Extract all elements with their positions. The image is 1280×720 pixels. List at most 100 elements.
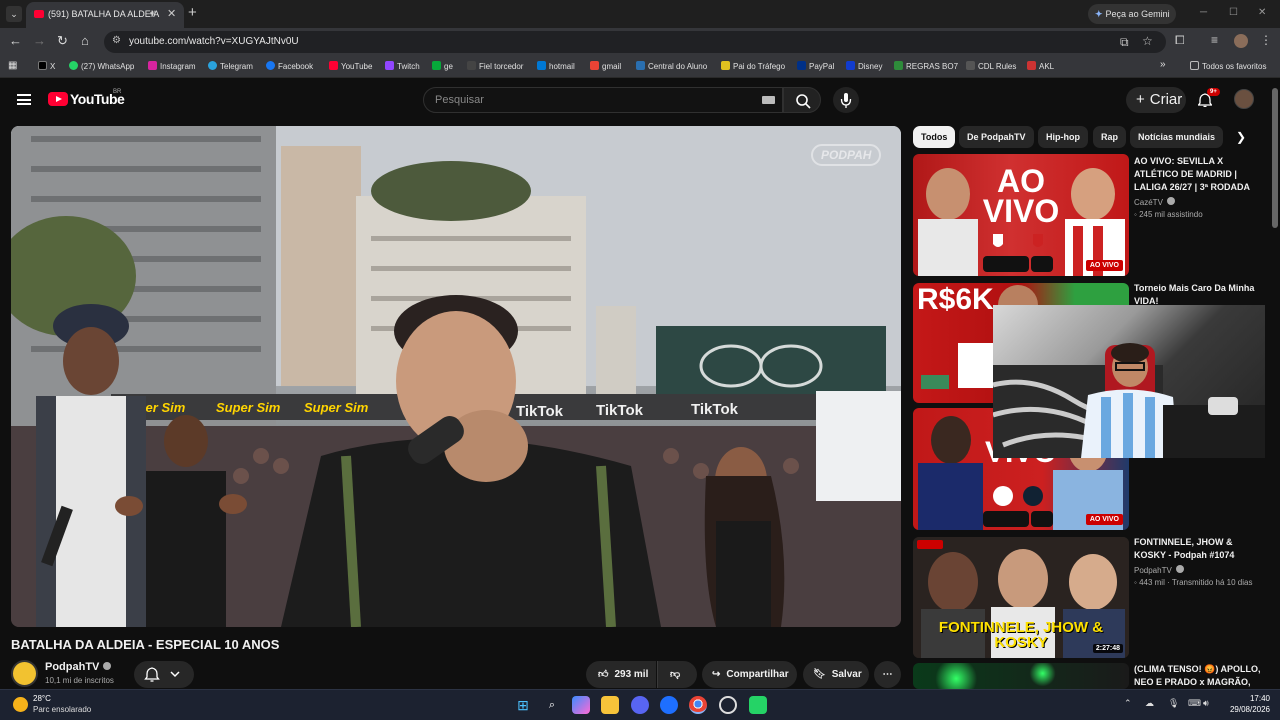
bookmark-cdl-rules[interactable]: CDL Rules (966, 61, 1016, 71)
recommendation-thumbnail[interactable]: AO VIVO AO VIVO (913, 154, 1129, 276)
discord-icon[interactable] (631, 696, 649, 714)
tray-app-icon[interactable]: ☁︎ (1145, 698, 1154, 709)
user-avatar[interactable] (1234, 89, 1254, 109)
tray-mic-icon[interactable]: 🎙︎ (1168, 698, 1179, 709)
search-icon (796, 94, 811, 109)
search-icon[interactable]: ⌕ (543, 696, 561, 714)
bookmark-paypal[interactable]: PayPal (797, 61, 834, 71)
address-bar[interactable]: ⚙ youtube.com/watch?v=XUGYAJtNv0U ⧉ ☆ (104, 31, 1166, 53)
create-button[interactable]: + Criar (1126, 87, 1186, 113)
chrome-icon[interactable] (689, 696, 707, 714)
bookmark-whatsapp[interactable]: (27) WhatsApp (69, 61, 134, 71)
bookmark-pai-do-trafego[interactable]: Pai do Tráfego (721, 61, 785, 71)
obs-icon[interactable] (719, 696, 737, 714)
bookmark-disney[interactable]: Disney (846, 61, 882, 71)
menu-icon[interactable] (17, 94, 31, 105)
keyboard-icon[interactable] (762, 96, 775, 104)
site-info-icon[interactable]: ⚙ (112, 35, 121, 46)
bookmark-hotmail[interactable]: hotmail (537, 61, 575, 71)
tab-title: (591) BATALHA DA ALDEIA (48, 9, 160, 19)
recommendation-channel[interactable]: PodpahTV (1134, 565, 1184, 575)
bookmark-x[interactable]: X (38, 61, 55, 71)
file-explorer-icon[interactable] (601, 696, 619, 714)
recommendation-thumbnail[interactable]: FONTINNELE, JHOW & KOSKY 2:27:48 (913, 537, 1129, 658)
search-button[interactable] (783, 87, 821, 113)
extensions-icon[interactable]: ⧠ (1175, 33, 1185, 48)
reading-list-icon[interactable]: ≡ (1211, 33, 1218, 47)
chip-todos[interactable]: Todos (913, 126, 956, 148)
tab-close-icon[interactable]: ✕ (167, 7, 176, 20)
voice-search-button[interactable] (833, 87, 859, 113)
volume-icon[interactable]: 🔊︎ (1203, 698, 1209, 709)
recommendation-channel[interactable]: CazéTV (1134, 197, 1175, 207)
youtube-logo-icon[interactable] (48, 92, 68, 106)
bookmark-star-icon[interactable]: ☆ (1142, 34, 1153, 48)
maximize-icon[interactable]: ☐ (1229, 7, 1238, 18)
copilot-icon[interactable] (572, 696, 590, 714)
forward-icon[interactable]: → (33, 33, 46, 48)
chevron-right-icon[interactable]: ❯ (1236, 130, 1246, 144)
subscription-bell-button[interactable] (134, 661, 194, 688)
channel-name[interactable]: PodpahTV (45, 661, 112, 673)
chip-de-podpahtv[interactable]: De PodpahTV (959, 126, 1034, 148)
dislike-button[interactable]: 👎︎ (657, 661, 697, 688)
bookmark-twitch[interactable]: Twitch (385, 61, 420, 71)
banner-text-tiktok: TikTok (691, 401, 739, 418)
all-bookmarks-folder[interactable]: Todos os favoritos (1190, 61, 1266, 71)
taskbar-date[interactable]: 29/08/2026 (1216, 705, 1270, 714)
weather-temperature[interactable]: 28°C (33, 694, 51, 703)
chip-rap[interactable]: Rap (1093, 126, 1127, 148)
bookmark-gmail[interactable]: gmail (590, 61, 621, 71)
bookmark-facebook[interactable]: Facebook (266, 61, 313, 71)
more-bookmarks-icon[interactable]: » (1160, 59, 1166, 70)
bookmark-youtube[interactable]: YouTube (329, 61, 372, 71)
bookmark-telegram[interactable]: Telegram (208, 61, 253, 71)
bookmark-instagram[interactable]: Instagram (148, 61, 196, 71)
bookmark-fiel-torcedor[interactable]: Fiel torcedor (467, 61, 523, 71)
close-window-icon[interactable]: ✕ (1258, 7, 1266, 18)
weather-sun-icon[interactable] (13, 697, 28, 712)
tab-audio-icon[interactable]: 🔊︎ (150, 8, 156, 19)
bookmark-regras-bo7[interactable]: REGRAS BO7 (894, 61, 958, 71)
channel-avatar[interactable] (11, 660, 38, 687)
browser-profile-avatar[interactable] (1234, 34, 1248, 48)
browser-tab[interactable]: (591) BATALHA DA ALDEIA 🔊︎ ✕ (26, 2, 184, 28)
tab-search-icon[interactable]: ⌄ (6, 6, 22, 22)
share-button[interactable]: ↪ Compartilhar (702, 661, 797, 688)
chip-noticias-mundiais[interactable]: Notícias mundiais (1130, 126, 1224, 148)
search-input[interactable]: Pesquisar (423, 87, 783, 113)
bookmark-akl[interactable]: AKL (1027, 61, 1054, 71)
back-icon[interactable]: ← (9, 33, 22, 48)
save-button[interactable]: 🔖︎ Salvar (803, 661, 869, 688)
bookmarks-bar: ▦ X (27) WhatsApp Instagram Telegram Fac… (0, 56, 1280, 78)
gemini-button[interactable]: ✦ Peça ao Gemini (1088, 4, 1176, 24)
screen: ⌄ (591) BATALHA DA ALDEIA 🔊︎ ✕ + ✦ Peça a… (0, 0, 1280, 720)
recommendation-title[interactable]: (CLIMA TENSO! 😡) APOLLO, NEO E PRADO x M… (1134, 663, 1264, 689)
network-icon[interactable]: ⌨︎ (1188, 698, 1201, 709)
recommendation-thumbnail[interactable] (913, 663, 1129, 689)
new-tab-button[interactable]: + (188, 4, 197, 21)
live-badge: AO VIVO (1085, 514, 1123, 525)
page-scrollbar[interactable] (1272, 88, 1278, 228)
minimize-icon[interactable]: ─ (1200, 7, 1207, 18)
more-actions-button[interactable]: ⋯ (874, 661, 901, 688)
bookmark-ge[interactable]: ge (432, 61, 453, 71)
weather-condition[interactable]: Parc ensolarado (33, 705, 91, 714)
chip-hip-hop[interactable]: Hip-hop (1038, 126, 1088, 148)
whatsapp-icon[interactable] (749, 696, 767, 714)
video-player[interactable]: Super Sim Super Sim Super Sim TikTok Tik… (11, 126, 901, 627)
edge-icon[interactable] (660, 696, 678, 714)
browser-menu-icon[interactable]: ⋮ (1260, 33, 1272, 47)
url-text[interactable]: youtube.com/watch?v=XUGYAJtNv0U (129, 36, 299, 47)
bookmark-central-do-aluno[interactable]: Central do Aluno (636, 61, 707, 71)
windows-start-icon[interactable]: ⊞ (514, 696, 532, 714)
like-button[interactable]: 👍︎ 293 mil (586, 661, 656, 688)
install-app-icon[interactable]: ⧉ (1120, 35, 1129, 50)
tray-chevron-icon[interactable]: ⌃ (1124, 698, 1132, 709)
apps-grid-icon[interactable]: ▦ (8, 60, 17, 71)
recommendation-title[interactable]: AO VIVO: SEVILLA X ATLÉTICO DE MADRID | … (1134, 155, 1264, 194)
reload-icon[interactable]: ↻ (57, 33, 68, 49)
recommendation-title[interactable]: FONTINNELE, JHOW & KOSKY - Podpah #1074 (1134, 536, 1264, 562)
home-icon[interactable]: ⌂ (81, 33, 89, 48)
taskbar-time[interactable]: 17:40 (1216, 694, 1270, 703)
